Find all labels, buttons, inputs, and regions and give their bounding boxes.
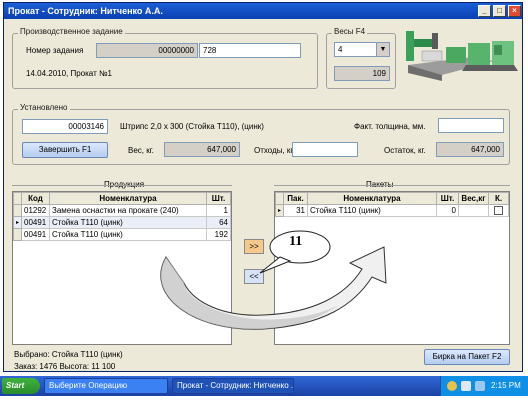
weights-group-label: Весы F4 [332, 27, 368, 36]
weights-value-field: 109 [334, 66, 390, 81]
weights-select-value: 4 [338, 45, 343, 54]
tray-app-icon[interactable] [475, 381, 485, 391]
row-pointer-icon: ▸ [13, 216, 22, 229]
installed-product-label: Штрипс 2,0 x 300 (Стойка Т110), (цинк) [120, 122, 264, 131]
taskbar-item-operations[interactable]: Выберите Операцию [44, 378, 168, 394]
clock: 2:15 PM [491, 381, 521, 390]
network-icon[interactable] [447, 381, 457, 391]
col-package-check[interactable]: К. [488, 192, 509, 205]
installed-group-label: Установлено [18, 103, 70, 112]
order-number-field[interactable]: 00000000 [96, 43, 198, 58]
weight-label: Вес, кг. [128, 146, 154, 155]
weights-select[interactable]: 4 ▼ [334, 42, 390, 57]
products-divider [12, 185, 232, 186]
col-package-name[interactable]: Номенклатура [307, 192, 437, 205]
callout-number: 11 [289, 234, 303, 249]
order-date-info: 14.04.2010, Прокат №1 [26, 69, 112, 78]
packages-table: Пак. Номенклатура Шт. Вес,кг К. ▸ 31 Сто… [275, 192, 509, 217]
col-name[interactable]: Номенклатура [49, 192, 207, 205]
start-button[interactable]: Start [2, 378, 40, 394]
chevron-down-icon[interactable]: ▼ [376, 43, 389, 56]
speaker-icon[interactable] [461, 381, 471, 391]
production-group-label: Производственное задание [18, 27, 125, 36]
minimize-button[interactable]: _ [478, 5, 491, 17]
packages-header-row: Пак. Номенклатура Шт. Вес,кг К. [275, 192, 509, 205]
col-package-qty[interactable]: Шт. [436, 192, 459, 205]
thickness-field[interactable] [438, 118, 504, 133]
production-group [12, 33, 318, 89]
thickness-label: Факт. толщина, мм. [354, 122, 426, 131]
waste-field[interactable] [292, 142, 358, 157]
table-row[interactable]: ▸ 31 Стойка Т110 (цинк) 0 [275, 204, 509, 217]
title-bar: Прокат - Сотрудник: Нитченко А.А. [4, 3, 522, 19]
start-label: Start [6, 381, 25, 390]
col-qty[interactable]: Шт. [206, 192, 231, 205]
system-tray: 2:15 PM [440, 376, 528, 396]
col-package[interactable]: Пак. [283, 192, 308, 205]
weight-field: 647,000 [164, 142, 240, 157]
order-number-field-2[interactable]: 728 [199, 43, 301, 58]
packages-divider [274, 185, 510, 186]
rolling-mill-illustration [406, 31, 518, 81]
taskbar: Start Выберите Операцию Прокат - Сотрудн… [0, 376, 528, 396]
waste-label: Отходы, кг. [254, 146, 295, 155]
installed-code-field[interactable]: 00003146 [22, 119, 108, 134]
rest-field: 647,000 [436, 142, 504, 157]
order-number-label: Номер задания [26, 46, 84, 55]
order-info: Заказ: 1476 Высота: 11 100 [14, 362, 116, 371]
main-window: Прокат - Сотрудник: Нитченко А.А. _ □ × … [3, 2, 523, 372]
table-row[interactable]: 01292 Замена оснастки на прокате (240) 1 [13, 204, 231, 217]
row-pointer-icon: ▸ [275, 204, 284, 217]
col-code[interactable]: Код [21, 192, 50, 205]
finish-button[interactable]: Завершить F1 [22, 142, 108, 158]
print-tag-button[interactable]: Бирка на Пакет F2 [424, 349, 510, 365]
close-button[interactable]: × [508, 5, 521, 17]
rest-label: Остаток, кг. [384, 146, 426, 155]
selected-info: Выбрано: Стойка Т110 (цинк) [14, 350, 123, 359]
package-checkbox[interactable] [494, 206, 503, 216]
col-package-weight[interactable]: Вес,кг [458, 192, 489, 205]
window-title: Прокат - Сотрудник: Нитченко А.А. [8, 6, 163, 16]
maximize-button[interactable]: □ [493, 5, 506, 17]
taskbar-item-rolling[interactable]: Прокат - Сотрудник: Нитченко ... [172, 378, 294, 394]
products-header-row: Код Номенклатура Шт. [13, 192, 231, 205]
